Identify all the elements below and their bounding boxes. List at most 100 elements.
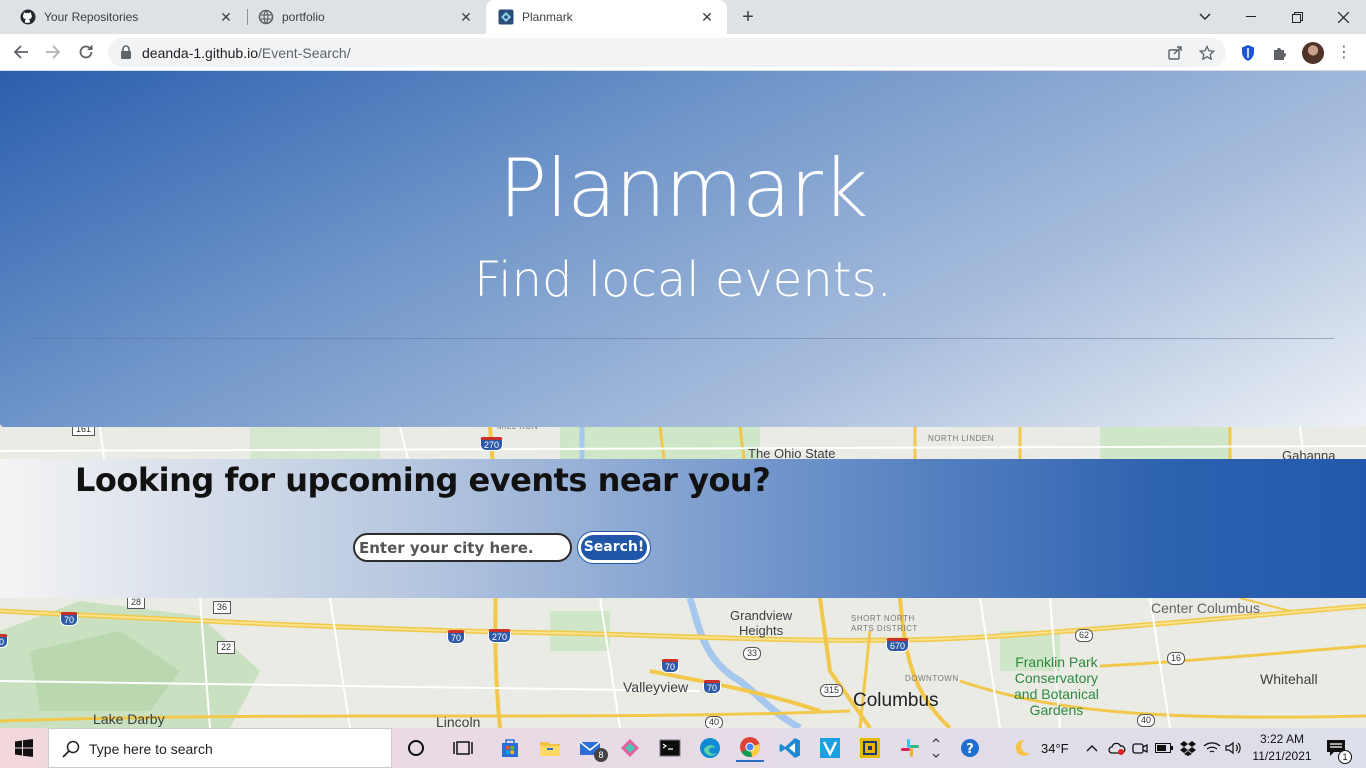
edge-icon[interactable] (696, 734, 724, 762)
planmark-favicon (498, 9, 514, 25)
reload-icon[interactable] (74, 40, 98, 64)
map-label-franklin-park: Franklin Park Conservatory and Botanical… (1014, 654, 1099, 718)
help-icon[interactable]: ? (956, 734, 984, 762)
microsoft-store-icon[interactable] (496, 734, 524, 762)
route-shield: 270 (480, 437, 504, 451)
map-label-north-linden: NORTH LINDEN (928, 434, 994, 443)
mail-icon[interactable]: 8 (576, 734, 608, 762)
tab-title: Planmark (522, 10, 573, 24)
tray-chevron-icon[interactable] (1082, 734, 1102, 762)
search-heading: Looking for upcoming events near you? (75, 461, 771, 499)
hero-divider (32, 338, 1334, 339)
menu-kebab-icon[interactable]: ⋮ (1336, 42, 1352, 64)
close-tab-icon[interactable]: ✕ (218, 9, 234, 25)
taskbar-search-placeholder: Type here to search (89, 741, 213, 757)
share-icon[interactable] (1166, 44, 1184, 62)
minimize-icon[interactable] (1228, 0, 1274, 34)
tab-your-repositories[interactable]: Your Repositories ✕ (0, 0, 246, 34)
tab-planmark[interactable]: Planmark ✕ (486, 0, 727, 34)
route-shield: 315 (820, 684, 844, 697)
route-shield: 62 (1075, 629, 1094, 642)
github-icon (20, 9, 36, 25)
map-label-lincoln: Lincoln (436, 714, 481, 728)
extensions-puzzle-icon[interactable] (1270, 43, 1290, 63)
tab-title: Your Repositories (44, 10, 139, 24)
close-window-icon[interactable] (1320, 0, 1366, 34)
address-bar[interactable]: deanda-1.github.io/Event-Search/ (108, 38, 1226, 67)
close-tab-icon[interactable]: ✕ (699, 9, 715, 25)
vivaldi-icon[interactable] (816, 734, 844, 762)
route-shield: 270 (488, 629, 512, 643)
shield-extension-icon[interactable] (1238, 43, 1258, 63)
svg-text:?: ? (966, 742, 974, 757)
cloud-sync-icon[interactable] (1106, 734, 1128, 762)
notification-center-icon[interactable]: 1 (1322, 734, 1352, 764)
task-view-icon[interactable] (449, 734, 477, 762)
vscode-icon[interactable] (776, 734, 804, 762)
tab-strip: Your Repositories ✕ portfolio ✕ Planmark… (0, 0, 1366, 34)
route-shield: 22 (217, 641, 236, 654)
forward-icon[interactable] (41, 40, 65, 64)
route-shield: 16 (1167, 652, 1186, 665)
globe-icon (258, 9, 274, 25)
meet-now-icon[interactable] (1130, 734, 1150, 762)
map-label-whitehall: Whitehall (1260, 671, 1318, 687)
route-shield: 36 (213, 601, 232, 614)
search-section: Looking for upcoming events near you? Se… (0, 459, 1366, 598)
overflow-scroll-icon[interactable] (926, 734, 946, 762)
wifi-icon[interactable] (1202, 734, 1222, 762)
clock-time: 3:22 AM (1259, 732, 1305, 746)
search-icon (62, 740, 80, 763)
sticky-app-icon[interactable] (856, 734, 884, 762)
page-content: The Ohio State NORTH LINDEN Gahanna MILL… (0, 71, 1366, 728)
route-shield: 70 (447, 630, 466, 644)
close-tab-icon[interactable]: ✕ (458, 9, 474, 25)
notification-badge: 1 (1338, 750, 1352, 764)
route-shield: 40 (705, 716, 724, 728)
browser-toolbar: deanda-1.github.io/Event-Search/ ⋮ (0, 34, 1366, 71)
hero-banner: Planmark Find local events. (0, 71, 1366, 427)
file-explorer-icon[interactable] (536, 734, 564, 762)
tab-portfolio[interactable]: portfolio ✕ (238, 0, 486, 34)
bookmark-star-icon[interactable] (1198, 44, 1216, 62)
windows-taskbar: Type here to search 8 ? 34°F 3:22 AM 11/… (0, 728, 1366, 768)
route-shield: 40 (1137, 714, 1156, 727)
site-title: Planmark (498, 142, 868, 235)
tab-search-chevron-icon[interactable] (1182, 0, 1228, 34)
tab-title: portfolio (282, 10, 325, 24)
route-shield: 670 (886, 638, 910, 652)
profile-avatar[interactable] (1302, 42, 1324, 64)
map-label-lake-darby: Lake Darby (93, 711, 165, 727)
lock-icon[interactable] (120, 45, 132, 64)
url-text: deanda-1.github.io/Event-Search/ (142, 45, 351, 61)
map-label-grandview: Grandview Heights (730, 608, 793, 638)
taskbar-search-box[interactable]: Type here to search (48, 728, 392, 768)
map-label-downtown: DOWNTOWN (905, 674, 959, 683)
system-clock[interactable]: 3:22 AM 11/21/2021 (1244, 731, 1320, 765)
map-label-valleyview: Valleyview (623, 679, 689, 695)
route-shield: 70 (703, 680, 722, 694)
back-icon[interactable] (9, 40, 33, 64)
chrome-icon[interactable] (736, 734, 764, 762)
cortana-icon[interactable] (402, 734, 430, 762)
windows-start-icon[interactable] (10, 734, 38, 762)
new-tab-icon[interactable]: + (738, 6, 758, 28)
terminal-icon[interactable] (656, 734, 684, 762)
dropbox-icon[interactable] (1178, 734, 1198, 762)
clock-date: 11/21/2021 (1252, 749, 1312, 763)
map-label-short-north: SHORT NORTH ARTS DISTRICT (851, 614, 918, 633)
gitkraken-icon[interactable] (616, 734, 644, 762)
route-shield: 33 (743, 647, 762, 660)
battery-icon[interactable] (1154, 734, 1174, 762)
slack-icon[interactable] (896, 734, 924, 762)
map-label-center-columbus: Center Columbus (1151, 600, 1260, 616)
search-button[interactable]: Search! (578, 532, 650, 563)
weather-temperature[interactable]: 34°F (1041, 741, 1069, 756)
restore-icon[interactable] (1274, 0, 1320, 34)
mail-badge: 8 (594, 748, 608, 762)
city-search-input[interactable] (353, 533, 572, 562)
route-shield: 70 (661, 659, 680, 673)
volume-icon[interactable] (1224, 734, 1244, 762)
weather-moon-icon (1008, 734, 1036, 762)
map-label-columbus: Columbus (853, 690, 939, 711)
